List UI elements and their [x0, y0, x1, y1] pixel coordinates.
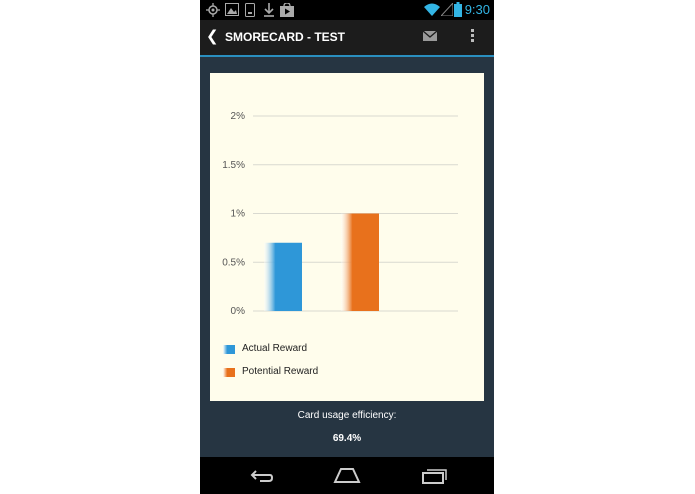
- legend-swatch: [223, 368, 235, 377]
- app-title: SMORECARD - TEST: [225, 30, 345, 44]
- y-tick-label: 1.5%: [222, 160, 245, 171]
- y-tick-label: 1%: [231, 209, 246, 220]
- efficiency-label: Card usage efficiency:: [297, 410, 397, 421]
- y-tick-label: 2%: [231, 111, 246, 122]
- legend-label: Actual Reward: [242, 343, 308, 354]
- status-bar: 9:30: [200, 0, 494, 20]
- mail-icon[interactable]: [423, 31, 437, 41]
- bar-potential-reward: [341, 213, 379, 311]
- y-tick-label: 0%: [231, 306, 246, 317]
- phone-icon: [245, 3, 255, 17]
- phone-screen: 9:30 ❮ SMORECARD - TEST 0% 0.5% 1% 1.5% 2% A…: [200, 0, 494, 494]
- download-icon: [264, 3, 274, 17]
- chart-card: 0% 0.5% 1% 1.5% 2% Actual Reward Potential Re…: [210, 73, 484, 401]
- y-tick-label: 0.5%: [222, 257, 245, 268]
- back-icon[interactable]: [246, 465, 274, 485]
- bar-actual-reward: [264, 242, 302, 311]
- image-icon: [225, 3, 239, 16]
- play-store-icon: [280, 3, 294, 17]
- bar-chart: 0% 0.5% 1% 1.5% 2%: [222, 111, 458, 317]
- recent-apps-icon[interactable]: [421, 465, 449, 485]
- legend-swatch: [223, 345, 235, 354]
- chevron-left-icon[interactable]: ❮: [206, 27, 219, 45]
- home-icon[interactable]: [333, 465, 361, 485]
- gps-icon: [206, 3, 220, 17]
- overflow-menu-icon[interactable]: [471, 29, 475, 44]
- efficiency-value: 69.4%: [332, 433, 362, 444]
- battery-icon: [454, 2, 462, 17]
- clock-time: 9:30: [464, 2, 490, 17]
- signal-icon: [441, 3, 453, 16]
- legend-label: Potential Reward: [242, 366, 319, 377]
- wifi-icon: [424, 3, 440, 16]
- action-bar: ❮ SMORECARD - TEST: [200, 20, 494, 57]
- navigation-bar: [200, 457, 494, 494]
